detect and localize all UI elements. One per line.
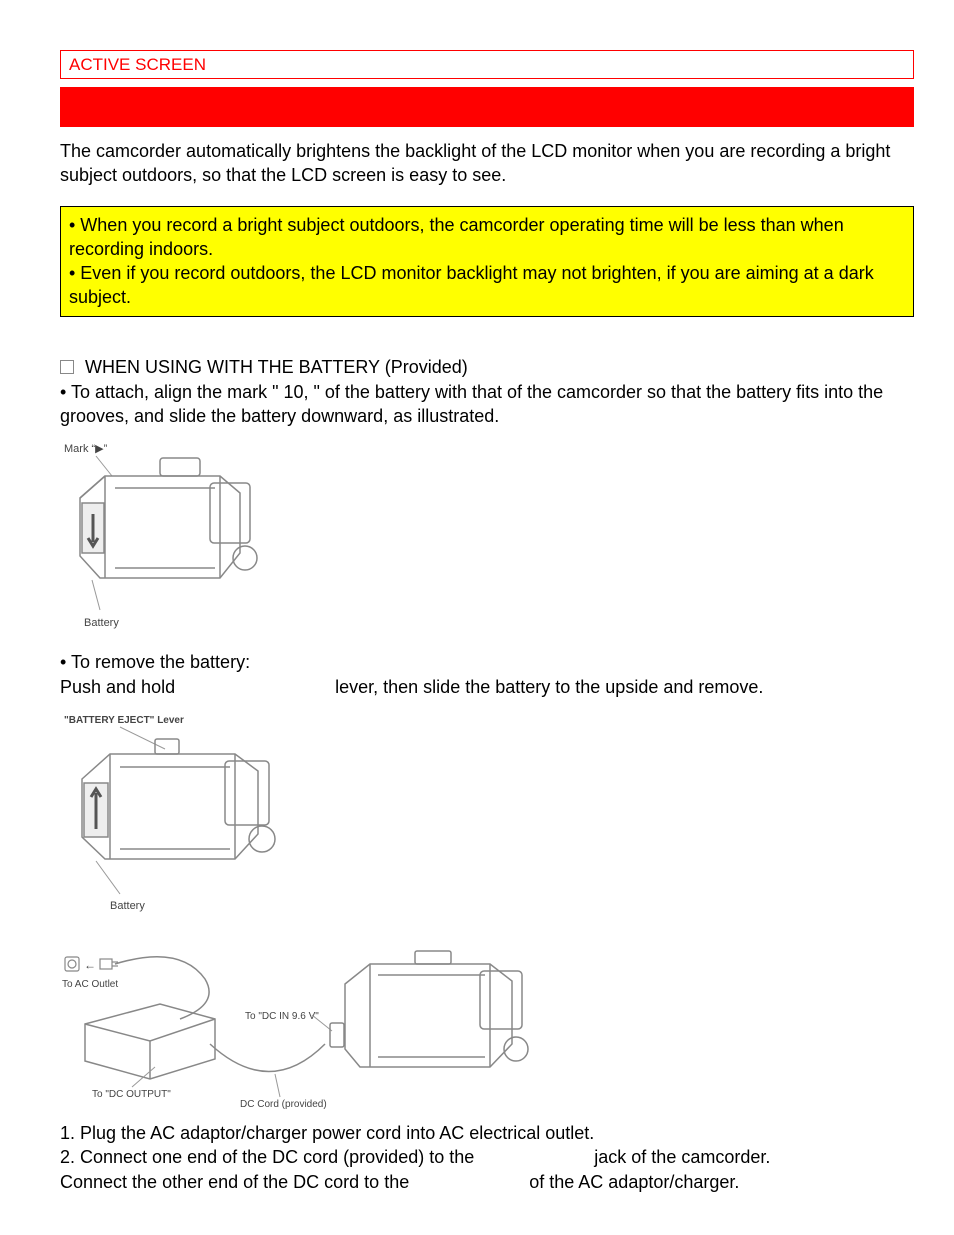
battery-remove-line: Push and hold lever, then slide the batt… [60,675,914,699]
figure-battery-attach: Mark “▶” Battery [60,438,914,638]
ac-step-2: 2. Connect one end of the DC cord (provi… [60,1145,914,1169]
red-bar [60,87,914,127]
ac-step-2b: jack of the camcorder. [594,1147,770,1167]
intro-paragraph: The camcorder automatically brightens th… [60,139,914,188]
battery-remove-intro: • To remove the battery: [60,650,914,674]
note-line-2: • Even if you record outdoors, the LCD m… [69,261,905,310]
note-line-1: • When you record a bright subject outdo… [69,213,905,262]
fig1-battery-label: Battery [84,617,119,629]
fig3-outlet-label: To AC Outlet [62,979,118,990]
fig3-dcin-label: To "DC IN 9.6 V" [245,1011,319,1022]
notes-box: • When you record a bright subject outdo… [60,206,914,317]
fig1-mark-label: Mark “▶” [64,443,108,455]
svg-text:←: ← [84,958,96,972]
document-page: ACTIVE SCREEN The camcorder automaticall… [0,0,954,1234]
ac-step-3a: Connect the other end of the DC cord to … [60,1172,409,1192]
fig3-dcoutput-label: To "DC OUTPUT" [92,1089,171,1100]
checkbox-icon [60,360,74,374]
battery-heading: WHEN USING WITH THE BATTERY (Provided) [85,357,468,377]
battery-heading-line: WHEN USING WITH THE BATTERY (Provided) [60,357,914,378]
fig3-dccord-label: DC Cord (provided) [240,1099,327,1109]
fig2-lever-label: "BATTERY EJECT" Lever [64,715,184,726]
ac-step-1: 1. Plug the AC adaptor/charger power cor… [60,1121,914,1145]
fig2-battery-label: Battery [110,900,145,912]
battery-remove-a: Push and hold [60,677,175,697]
header-box: ACTIVE SCREEN [60,50,914,79]
ac-step-3: Connect the other end of the DC cord to … [60,1170,914,1194]
ac-step-2a: 2. Connect one end of the DC cord (provi… [60,1147,474,1167]
figure-battery-eject: "BATTERY EJECT" Lever Battery [60,709,914,919]
ac-step-3b: of the AC adaptor/charger. [529,1172,739,1192]
header-label: ACTIVE SCREEN [69,55,206,74]
battery-remove-b: lever, then slide the battery to the ups… [335,677,763,697]
figure-ac-adaptor: ← To AC Outlet To "DC OUTPUT" DC Cord (p… [60,949,914,1109]
battery-attach-text: • To attach, align the mark " 10, " of t… [60,380,914,429]
